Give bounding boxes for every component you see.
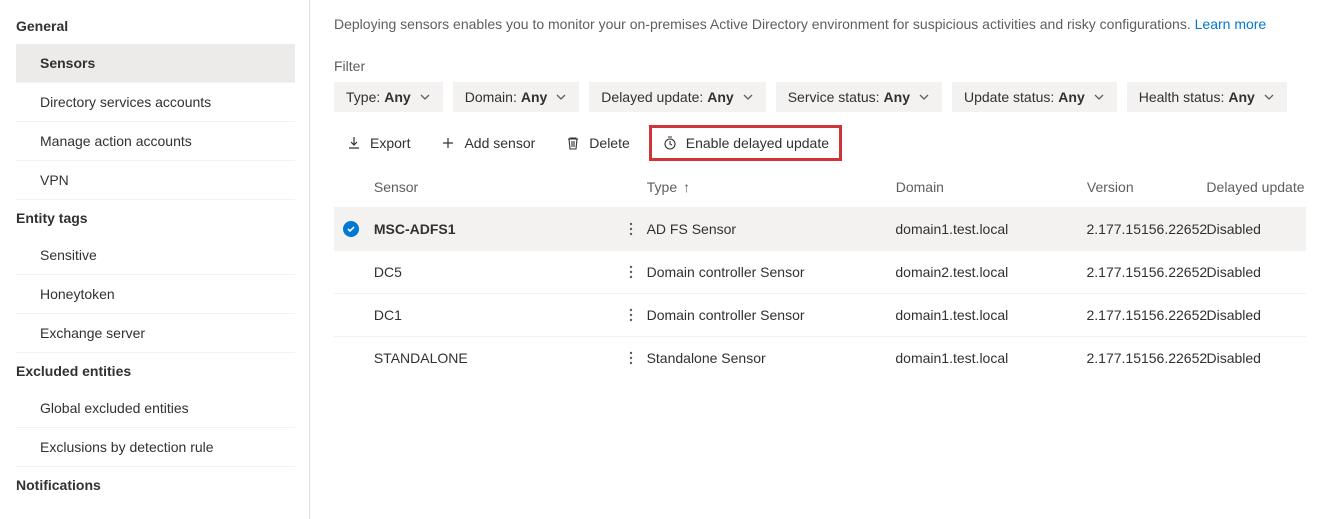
filter-name: Type: [346,89,380,105]
cell-type: AD FS Sensor [641,221,896,237]
nav-group-excluded-entities: Excluded entities [16,353,309,389]
row-more-button[interactable] [621,350,641,366]
column-header-delayed-update[interactable]: Delayed update [1206,179,1306,195]
filter-chip-service-status[interactable]: Service status: Any [776,82,942,112]
nav-group-entity-tags: Entity tags [16,200,309,236]
cell-version: 2.177.15156.22652 [1086,307,1206,323]
filter-name: Service status: [788,89,880,105]
nav-item-sensitive[interactable]: Sensitive [16,236,295,275]
filter-section-label: Filter [334,58,1320,74]
download-icon [346,135,362,151]
filter-value: Any [884,89,910,105]
cell-sensor-name: DC5 [368,264,621,280]
row-more-button[interactable] [621,264,641,280]
chevron-down-icon [1093,91,1105,103]
filter-name: Delayed update: [601,89,703,105]
filter-value: Any [1228,89,1254,105]
enable-delayed-update-button[interactable]: Enable delayed update [654,130,837,156]
chevron-down-icon [742,91,754,103]
nav-item-exclusions-by-detection-rule[interactable]: Exclusions by detection rule [16,428,295,467]
filter-value: Any [521,89,547,105]
chevron-down-icon [918,91,930,103]
table-row[interactable]: MSC-ADFS1 AD FS Sensor domain1.test.loca… [334,207,1306,250]
row-checkbox[interactable] [334,221,368,237]
table-row[interactable]: STANDALONE Standalone Sensor domain1.tes… [334,336,1306,379]
nav-item-vpn[interactable]: VPN [16,161,295,200]
cell-sensor-name: DC1 [368,307,621,323]
cell-type: Domain controller Sensor [641,264,896,280]
delete-label: Delete [589,135,629,151]
column-header-version[interactable]: Version [1087,179,1207,195]
sidebar-nav: General Sensors Directory services accou… [0,0,310,519]
cell-sensor-name: MSC-ADFS1 [368,221,621,237]
nav-group-general: General [16,8,309,44]
description-text: Deploying sensors enables you to monitor… [334,16,1195,32]
filter-name: Health status: [1139,89,1225,105]
check-circle-icon [343,221,359,237]
plus-icon [440,135,456,151]
toolbar: Export Add sensor Delete Enable delayed … [334,124,1320,167]
filter-chip-update-status[interactable]: Update status: Any [952,82,1117,112]
chevron-down-icon [419,91,431,103]
filter-chip-type[interactable]: Type: Any [334,82,443,112]
filter-name: Domain: [465,89,517,105]
table-row[interactable]: DC1 Domain controller Sensor domain1.tes… [334,293,1306,336]
nav-item-honeytoken[interactable]: Honeytoken [16,275,295,314]
cell-version: 2.177.15156.22652 [1086,221,1206,237]
nav-item-directory-services-accounts[interactable]: Directory services accounts [16,83,295,122]
cell-delayed-update: Disabled [1206,307,1306,323]
learn-more-link[interactable]: Learn more [1195,16,1267,32]
page-description: Deploying sensors enables you to monitor… [334,14,1320,34]
filter-value: Any [707,89,733,105]
cell-sensor-name: STANDALONE [368,350,621,366]
table-header-row: Sensor Type ↑ Domain Version Delayed upd… [334,167,1306,207]
cell-version: 2.177.15156.22652 [1086,264,1206,280]
chevron-down-icon [555,91,567,103]
sort-ascending-icon: ↑ [683,179,690,195]
chevron-down-icon [1263,91,1275,103]
cell-type: Standalone Sensor [641,350,896,366]
cell-domain: domain2.test.local [895,264,1086,280]
column-header-type-label: Type [647,179,677,195]
trash-icon [565,135,581,151]
cell-delayed-update: Disabled [1206,221,1306,237]
row-more-button[interactable] [621,307,641,323]
cell-domain: domain1.test.local [895,307,1086,323]
table-row[interactable]: DC5 Domain controller Sensor domain2.tes… [334,250,1306,293]
export-label: Export [370,135,410,151]
export-button[interactable]: Export [340,130,416,156]
nav-item-exchange-server[interactable]: Exchange server [16,314,295,353]
nav-item-sensors[interactable]: Sensors [16,44,295,83]
cell-delayed-update: Disabled [1206,264,1306,280]
nav-item-global-excluded-entities[interactable]: Global excluded entities [16,389,295,428]
filter-value: Any [1058,89,1084,105]
clock-icon [662,135,678,151]
main-content: Deploying sensors enables you to monitor… [310,0,1320,519]
column-header-domain[interactable]: Domain [896,179,1087,195]
enable-delayed-update-label: Enable delayed update [686,135,829,151]
filter-chip-domain[interactable]: Domain: Any [453,82,580,112]
cell-delayed-update: Disabled [1206,350,1306,366]
cell-domain: domain1.test.local [895,221,1086,237]
sensors-table: Sensor Type ↑ Domain Version Delayed upd… [334,167,1306,379]
filter-name: Update status: [964,89,1054,105]
column-header-type[interactable]: Type ↑ [641,179,896,195]
filter-chip-delayed-update[interactable]: Delayed update: Any [589,82,765,112]
filter-chip-health-status[interactable]: Health status: Any [1127,82,1287,112]
cell-domain: domain1.test.local [895,350,1086,366]
add-sensor-label: Add sensor [464,135,535,151]
row-more-button[interactable] [621,221,641,237]
delete-button[interactable]: Delete [559,130,635,156]
column-header-sensor[interactable]: Sensor [368,179,621,195]
nav-item-manage-action-accounts[interactable]: Manage action accounts [16,122,295,161]
add-sensor-button[interactable]: Add sensor [434,130,541,156]
cell-version: 2.177.15156.22652 [1086,350,1206,366]
filter-value: Any [384,89,410,105]
nav-group-notifications: Notifications [16,467,309,503]
filter-row: Type: Any Domain: Any Delayed update: An… [334,82,1320,112]
cell-type: Domain controller Sensor [641,307,896,323]
